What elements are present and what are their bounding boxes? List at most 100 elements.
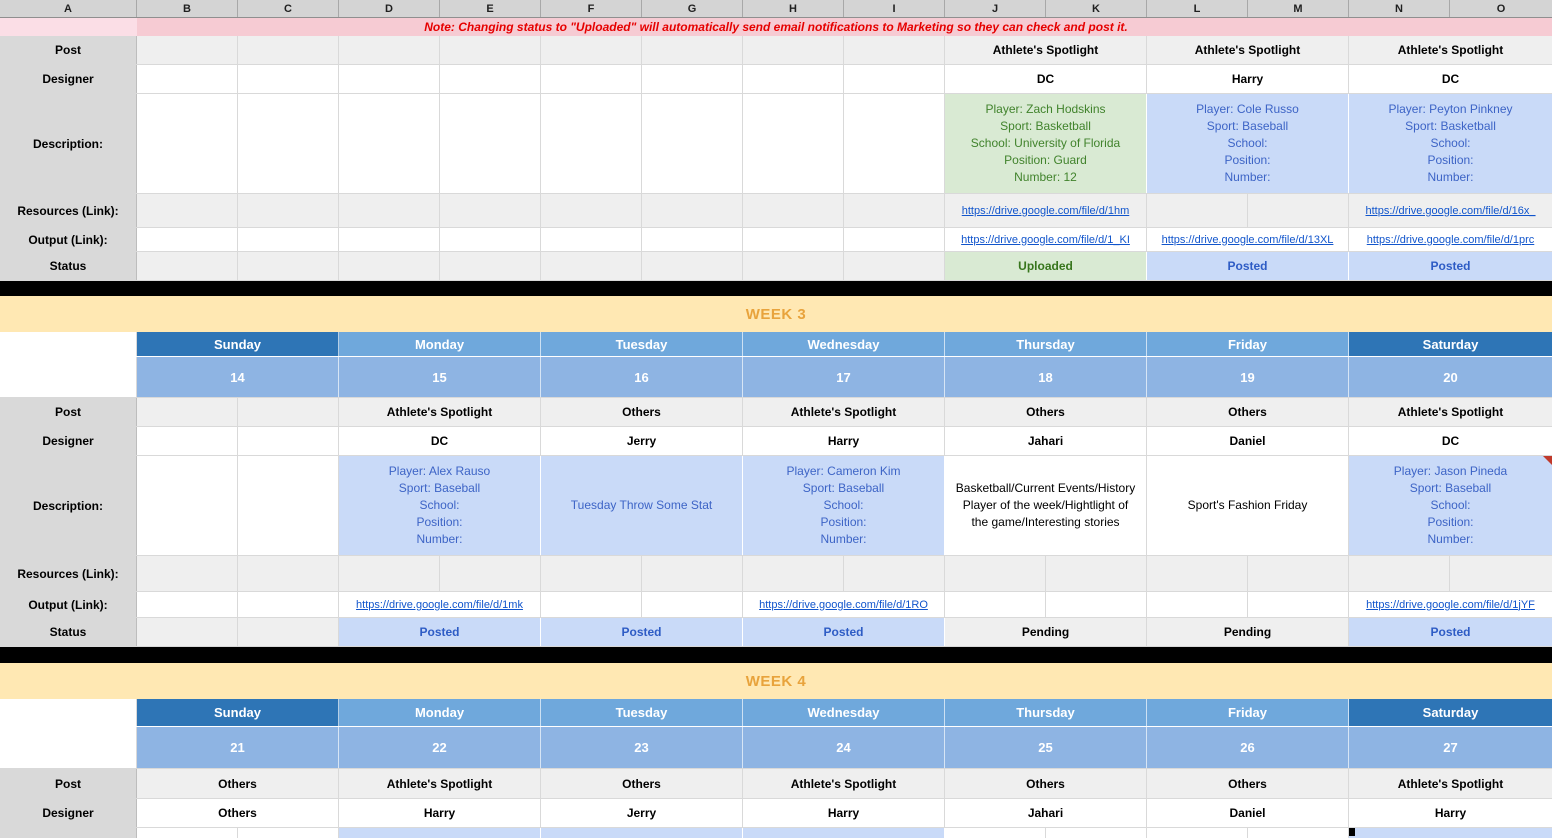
week4-daynames-corner[interactable] bbox=[0, 699, 137, 726]
cell-week2-saturday-post[interactable]: Athlete's Spotlight bbox=[1349, 36, 1552, 64]
column-header-O[interactable]: O bbox=[1450, 0, 1552, 17]
cell-week2-friday-description[interactable]: Player: Cole Russo Sport: Baseball School:… bbox=[1147, 94, 1349, 193]
cell-week3-friday-description[interactable]: Sport's Fashion Friday bbox=[1147, 456, 1349, 555]
cell-week3-tuesday-designer[interactable]: Jerry bbox=[541, 427, 743, 455]
row-label-resources[interactable]: Resources (Link): bbox=[0, 556, 137, 591]
cell-week2-thursday-description[interactable]: Player: Zach Hodskins Sport: Basketball Sc… bbox=[945, 94, 1147, 193]
cell-week3-tuesday-description[interactable]: Tuesday Throw Some Stat bbox=[541, 456, 743, 555]
cell-week3-saturday-post[interactable]: Athlete's Spotlight bbox=[1349, 398, 1552, 426]
cell-week2-friday-status[interactable]: Posted bbox=[1147, 252, 1349, 280]
column-header-J[interactable]: J bbox=[945, 0, 1046, 17]
cell-week3-wednesday-output[interactable]: https://drive.google.com/file/d/1RO bbox=[743, 592, 945, 617]
row-label-designer[interactable]: Designer bbox=[0, 427, 137, 455]
cell-week2-saturday-resources[interactable]: https://drive.google.com/file/d/16x_ bbox=[1349, 194, 1552, 227]
day-header-week4-monday[interactable]: Monday bbox=[339, 699, 541, 726]
row-label-post[interactable]: Post bbox=[0, 36, 137, 64]
cell-week2-wednesday-description[interactable] bbox=[743, 94, 945, 193]
cell-week2-wednesday-designer[interactable] bbox=[743, 65, 945, 93]
cell-week2-monday-output[interactable] bbox=[339, 228, 541, 251]
cell-week3-friday-output[interactable] bbox=[1147, 592, 1349, 617]
row-label-description[interactable]: Description: bbox=[0, 456, 137, 555]
resources-drive-link[interactable]: https://drive.google.com/file/d/1hm bbox=[962, 205, 1130, 217]
cell-week2-sunday-output[interactable] bbox=[137, 228, 339, 251]
resources-drive-link[interactable]: https://drive.google.com/file/d/16x_ bbox=[1366, 205, 1536, 217]
row-label-post[interactable]: Post bbox=[0, 398, 137, 426]
week4-banner[interactable]: WEEK 4 bbox=[0, 663, 1552, 699]
day-header-week3-friday[interactable]: Friday bbox=[1147, 332, 1349, 356]
day-header-week3-tuesday[interactable]: Tuesday bbox=[541, 332, 743, 356]
cell-week2-thursday-output[interactable]: https://drive.google.com/file/d/1_KI bbox=[945, 228, 1147, 251]
date-week3-friday[interactable]: 19 bbox=[1147, 357, 1349, 397]
column-header-M[interactable]: M bbox=[1248, 0, 1349, 17]
cell-week3-friday-post[interactable]: Others bbox=[1147, 398, 1349, 426]
cell-week3-thursday-output[interactable] bbox=[945, 592, 1147, 617]
date-week4-wednesday[interactable]: 24 bbox=[743, 727, 945, 768]
date-week4-friday[interactable]: 26 bbox=[1147, 727, 1349, 768]
column-header-L[interactable]: L bbox=[1147, 0, 1248, 17]
cell-week2-wednesday-post[interactable] bbox=[743, 36, 945, 64]
cell-week4-wednesday-designer[interactable]: Harry bbox=[743, 799, 945, 827]
column-header-D[interactable]: D bbox=[339, 0, 440, 17]
cell-week4-thursday-post[interactable]: Others bbox=[945, 769, 1147, 798]
cell-week3-saturday-status[interactable]: Posted bbox=[1349, 618, 1552, 646]
cell-week2-thursday-post[interactable]: Athlete's Spotlight bbox=[945, 36, 1147, 64]
cell-week3-wednesday-description[interactable]: Player: Cameron Kim Sport: Baseball School… bbox=[743, 456, 945, 555]
cell-week3-monday-resources[interactable] bbox=[339, 556, 541, 591]
cell-week3-wednesday-resources[interactable] bbox=[743, 556, 945, 591]
cell-week3-thursday-resources[interactable] bbox=[945, 556, 1147, 591]
row-label-status[interactable]: Status bbox=[0, 618, 137, 646]
cell-week2-tuesday-description[interactable] bbox=[541, 94, 743, 193]
cell-week3-sunday-output[interactable] bbox=[137, 592, 339, 617]
date-week3-saturday[interactable]: 20 bbox=[1349, 357, 1552, 397]
day-header-week4-friday[interactable]: Friday bbox=[1147, 699, 1349, 726]
cell-week3-thursday-description[interactable]: Basketball/Current Events/History Player … bbox=[945, 456, 1147, 555]
cell-week2-friday-resources[interactable] bbox=[1147, 194, 1349, 227]
cell-week2-tuesday-resources[interactable] bbox=[541, 194, 743, 227]
column-header-N[interactable]: N bbox=[1349, 0, 1450, 17]
cell-week3-saturday-designer[interactable]: DC bbox=[1349, 427, 1552, 455]
output-drive-link[interactable]: https://drive.google.com/file/d/13XL bbox=[1162, 234, 1334, 246]
cell-week4-monday-description[interactable] bbox=[339, 828, 541, 838]
cell-week3-tuesday-post[interactable]: Others bbox=[541, 398, 743, 426]
column-header-C[interactable]: C bbox=[238, 0, 339, 17]
cell-week4-sunday-description[interactable] bbox=[137, 828, 339, 838]
cell-week3-friday-status[interactable]: Pending bbox=[1147, 618, 1349, 646]
cell-week4-tuesday-post[interactable]: Others bbox=[541, 769, 743, 798]
cell-week2-sunday-post[interactable] bbox=[137, 36, 339, 64]
date-week3-thursday[interactable]: 18 bbox=[945, 357, 1147, 397]
cell-week3-wednesday-post[interactable]: Athlete's Spotlight bbox=[743, 398, 945, 426]
output-drive-link[interactable]: https://drive.google.com/file/d/1mk bbox=[356, 599, 523, 611]
cell-week2-tuesday-status[interactable] bbox=[541, 252, 743, 280]
date-week3-wednesday[interactable]: 17 bbox=[743, 357, 945, 397]
column-header-E[interactable]: E bbox=[440, 0, 541, 17]
cell-week2-tuesday-post[interactable] bbox=[541, 36, 743, 64]
cell-week2-wednesday-output[interactable] bbox=[743, 228, 945, 251]
date-week4-thursday[interactable]: 25 bbox=[945, 727, 1147, 768]
cell-week3-saturday-resources[interactable] bbox=[1349, 556, 1552, 591]
week3-daynames-corner[interactable] bbox=[0, 332, 137, 356]
output-drive-link[interactable]: https://drive.google.com/file/d/1_KI bbox=[961, 234, 1130, 246]
date-week4-sunday[interactable]: 21 bbox=[137, 727, 339, 768]
date-week4-tuesday[interactable]: 23 bbox=[541, 727, 743, 768]
cell-week4-sunday-post[interactable]: Others bbox=[137, 769, 339, 798]
output-drive-link[interactable]: https://drive.google.com/file/d/1prc bbox=[1367, 234, 1535, 246]
row-label-post[interactable]: Post bbox=[0, 769, 137, 798]
cell-week3-monday-status[interactable]: Posted bbox=[339, 618, 541, 646]
cell-week3-monday-output[interactable]: https://drive.google.com/file/d/1mk bbox=[339, 592, 541, 617]
cell-week3-thursday-status[interactable]: Pending bbox=[945, 618, 1147, 646]
cell-week3-saturday-output[interactable]: https://drive.google.com/file/d/1jYF bbox=[1349, 592, 1552, 617]
row-label-description[interactable]: Description: bbox=[0, 94, 137, 193]
cell-week2-friday-post[interactable]: Athlete's Spotlight bbox=[1147, 36, 1349, 64]
day-header-week4-wednesday[interactable]: Wednesday bbox=[743, 699, 945, 726]
output-drive-link[interactable]: https://drive.google.com/file/d/1RO bbox=[759, 599, 928, 611]
cell-week4-friday-post[interactable]: Others bbox=[1147, 769, 1349, 798]
day-header-week3-wednesday[interactable]: Wednesday bbox=[743, 332, 945, 356]
cell-week2-saturday-output[interactable]: https://drive.google.com/file/d/1prc bbox=[1349, 228, 1552, 251]
cell-week3-tuesday-resources[interactable] bbox=[541, 556, 743, 591]
column-header-A[interactable]: A bbox=[0, 0, 137, 17]
selection-fill-handle[interactable] bbox=[1349, 828, 1355, 836]
column-header-B[interactable]: B bbox=[137, 0, 238, 17]
cell-week3-wednesday-designer[interactable]: Harry bbox=[743, 427, 945, 455]
cell-week2-monday-designer[interactable] bbox=[339, 65, 541, 93]
cell-week4-tuesday-description[interactable] bbox=[541, 828, 743, 838]
